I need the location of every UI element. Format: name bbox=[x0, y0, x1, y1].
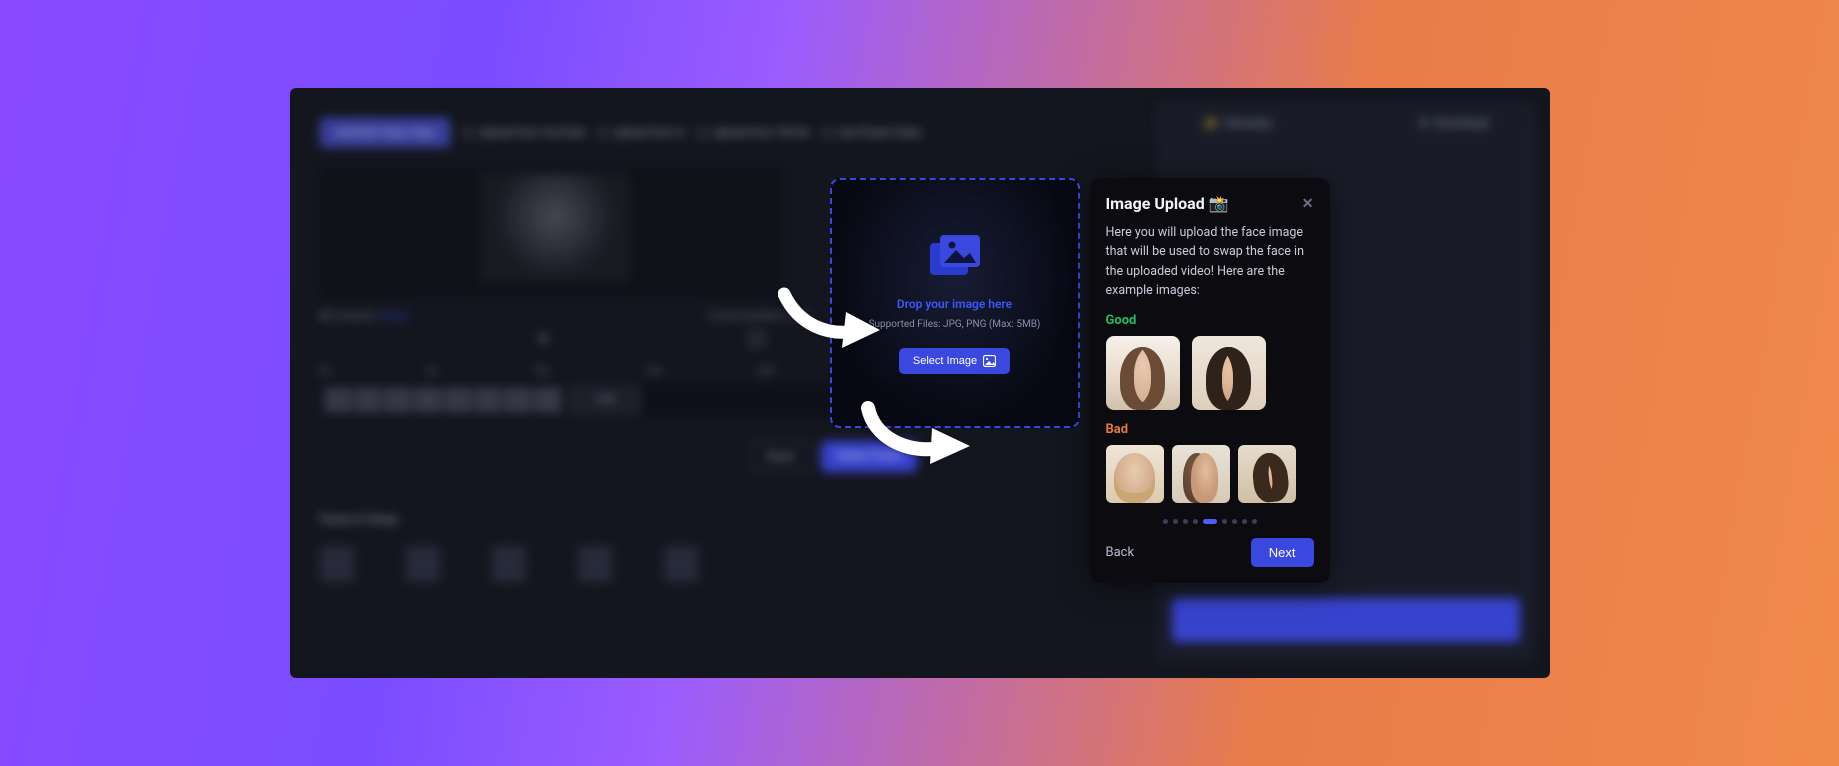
bad-label: Bad bbox=[1106, 422, 1314, 437]
image-upload-icon bbox=[928, 233, 982, 283]
bad-example-2 bbox=[1172, 445, 1230, 503]
good-example-1 bbox=[1106, 336, 1180, 410]
next-button[interactable]: Next bbox=[1251, 538, 1314, 567]
face-slot[interactable] bbox=[320, 546, 354, 582]
back-button[interactable]: Back bbox=[1106, 545, 1135, 560]
timeline-add[interactable]: +Add bbox=[570, 387, 640, 413]
tutorial-arrow-lower bbox=[860, 400, 980, 474]
bad-example-3 bbox=[1238, 445, 1296, 503]
face-slot[interactable] bbox=[492, 546, 526, 582]
popover-title: Image Upload 📸 bbox=[1106, 194, 1229, 213]
good-label: Good bbox=[1106, 313, 1314, 328]
upload-tiktok-chip[interactable]: Upload from TikTok bbox=[696, 126, 809, 139]
step-dots bbox=[1106, 519, 1314, 524]
fullscreen-icon[interactable] bbox=[750, 332, 764, 346]
tutorial-popover: Image Upload 📸 ✕ Here you will upload th… bbox=[1090, 178, 1330, 583]
upload-youtube-chip[interactable]: Upload from YouTube bbox=[462, 126, 585, 139]
reset-button[interactable]: Reset bbox=[750, 441, 812, 472]
upload-x-chip[interactable]: Upload from X bbox=[597, 126, 684, 139]
add-video-pill[interactable]: Add/Edit Video Clips bbox=[320, 118, 451, 147]
bad-example-1 bbox=[1106, 445, 1164, 503]
min-duration-label: Min Duration bbox=[320, 311, 377, 322]
face-slot[interactable] bbox=[406, 546, 440, 582]
select-image-button[interactable]: Select Image bbox=[899, 348, 1010, 374]
app-frame: Add/Edit Video Clips Upload from YouTube… bbox=[290, 88, 1550, 678]
generate-tab[interactable]: ✨Generate bbox=[1203, 116, 1272, 130]
tutorial-arrow-upper bbox=[778, 286, 888, 360]
download-tab[interactable]: ⬇Download bbox=[1419, 116, 1488, 130]
dropzone-subtitle: Supported Files: JPG, PNG (Max: 5MB) bbox=[869, 319, 1041, 330]
good-example-2 bbox=[1192, 336, 1266, 410]
close-icon[interactable]: ✕ bbox=[1302, 196, 1314, 212]
popover-body: Here you will upload the face image that… bbox=[1106, 223, 1314, 301]
face-slot[interactable] bbox=[664, 546, 698, 582]
image-icon bbox=[983, 355, 996, 367]
play-icon[interactable] bbox=[540, 332, 550, 344]
dropzone-title: Drop your image here bbox=[897, 297, 1012, 311]
right-panel-cta[interactable] bbox=[1172, 598, 1520, 642]
min-duration-value: 10 sec bbox=[379, 311, 408, 322]
use-preset-chip[interactable]: Use Preset Video bbox=[821, 126, 922, 139]
video-preview bbox=[320, 167, 780, 297]
face-slot[interactable] bbox=[578, 546, 612, 582]
